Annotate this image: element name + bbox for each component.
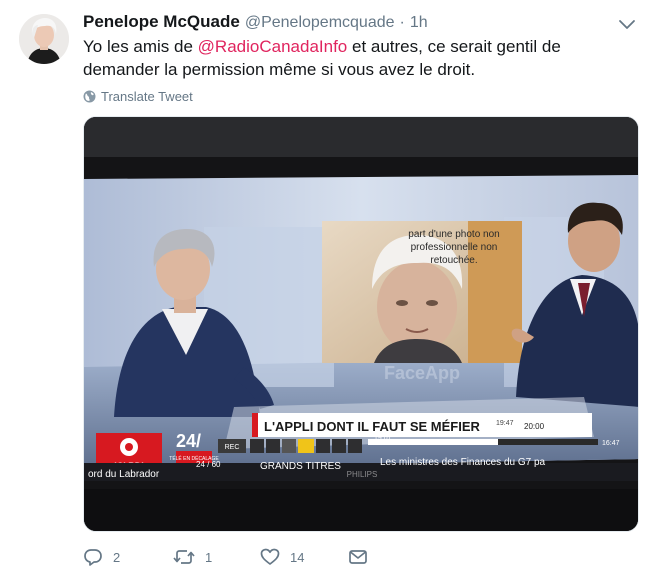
retweet-icon	[173, 550, 195, 564]
avatar[interactable]	[19, 14, 69, 64]
ticker-section: GRANDS TITRES	[260, 461, 341, 472]
tweet-media-photo[interactable]: part d'une photo non professionnelle non…	[83, 116, 639, 532]
author-handle[interactable]: @Penelopemcquade	[245, 14, 395, 32]
tweet-card: Penelope McQuade @Penelopemcquade · 1h Y…	[0, 0, 650, 581]
ticker-text: Les ministres des Finances du G7 pa	[380, 457, 546, 468]
tweet-text-before: Yo les amis de	[83, 37, 198, 56]
time-end: 20:00	[524, 422, 545, 431]
reply-icon	[84, 549, 102, 566]
tweet-text: Yo les amis de @RadioCanadaInfo et autre…	[83, 35, 638, 81]
tv-broadcast-photo: part d'une photo non professionnelle non…	[84, 117, 638, 531]
wall-caption-line3: retouchée.	[430, 255, 477, 266]
lower-third-title: L'APPLI DONT IL FAUT SE MÉFIER	[264, 419, 481, 434]
direct-message-button[interactable]	[348, 544, 368, 570]
reply-count: 2	[113, 549, 121, 565]
tweet-header: Penelope McQuade @Penelopemcquade · 1h	[83, 12, 428, 34]
wall-caption-line2: professionnelle non	[411, 242, 498, 253]
heart-icon	[260, 548, 280, 565]
retweet-button[interactable]: 1	[173, 544, 212, 570]
tv-brand: PHILIPS	[347, 470, 378, 479]
globe-icon	[83, 90, 96, 102]
envelope-icon	[349, 550, 367, 564]
translate-tweet-link[interactable]: Translate Tweet	[83, 87, 193, 105]
reply-button[interactable]: 2	[83, 544, 120, 570]
author-name[interactable]: Penelope McQuade	[83, 12, 240, 32]
retweet-count: 1	[205, 549, 213, 565]
like-count: 14	[290, 549, 305, 565]
time-right: 16:47	[602, 440, 620, 447]
chevron-down-icon[interactable]	[617, 14, 637, 34]
screen-watermark: FaceApp	[384, 363, 460, 383]
like-button[interactable]: 14	[260, 544, 304, 570]
separator-dot: ·	[399, 14, 405, 31]
channel-number: 24/	[176, 431, 201, 451]
ticker-left: ord du Labrador	[88, 469, 160, 480]
page-indicator: 24 / 60	[196, 460, 221, 469]
time-start: 19:01	[374, 435, 392, 442]
wall-caption-line1: part d'une photo non	[408, 229, 499, 240]
tweet-timestamp[interactable]: 1h	[410, 14, 428, 32]
translate-label: Translate Tweet	[101, 88, 193, 104]
mention-link[interactable]: @RadioCanadaInfo	[198, 37, 348, 56]
rec-label: REC	[225, 444, 240, 451]
lower-third-clock: 19:47	[496, 420, 514, 427]
tweet-actions: 2 1 14	[83, 544, 638, 570]
